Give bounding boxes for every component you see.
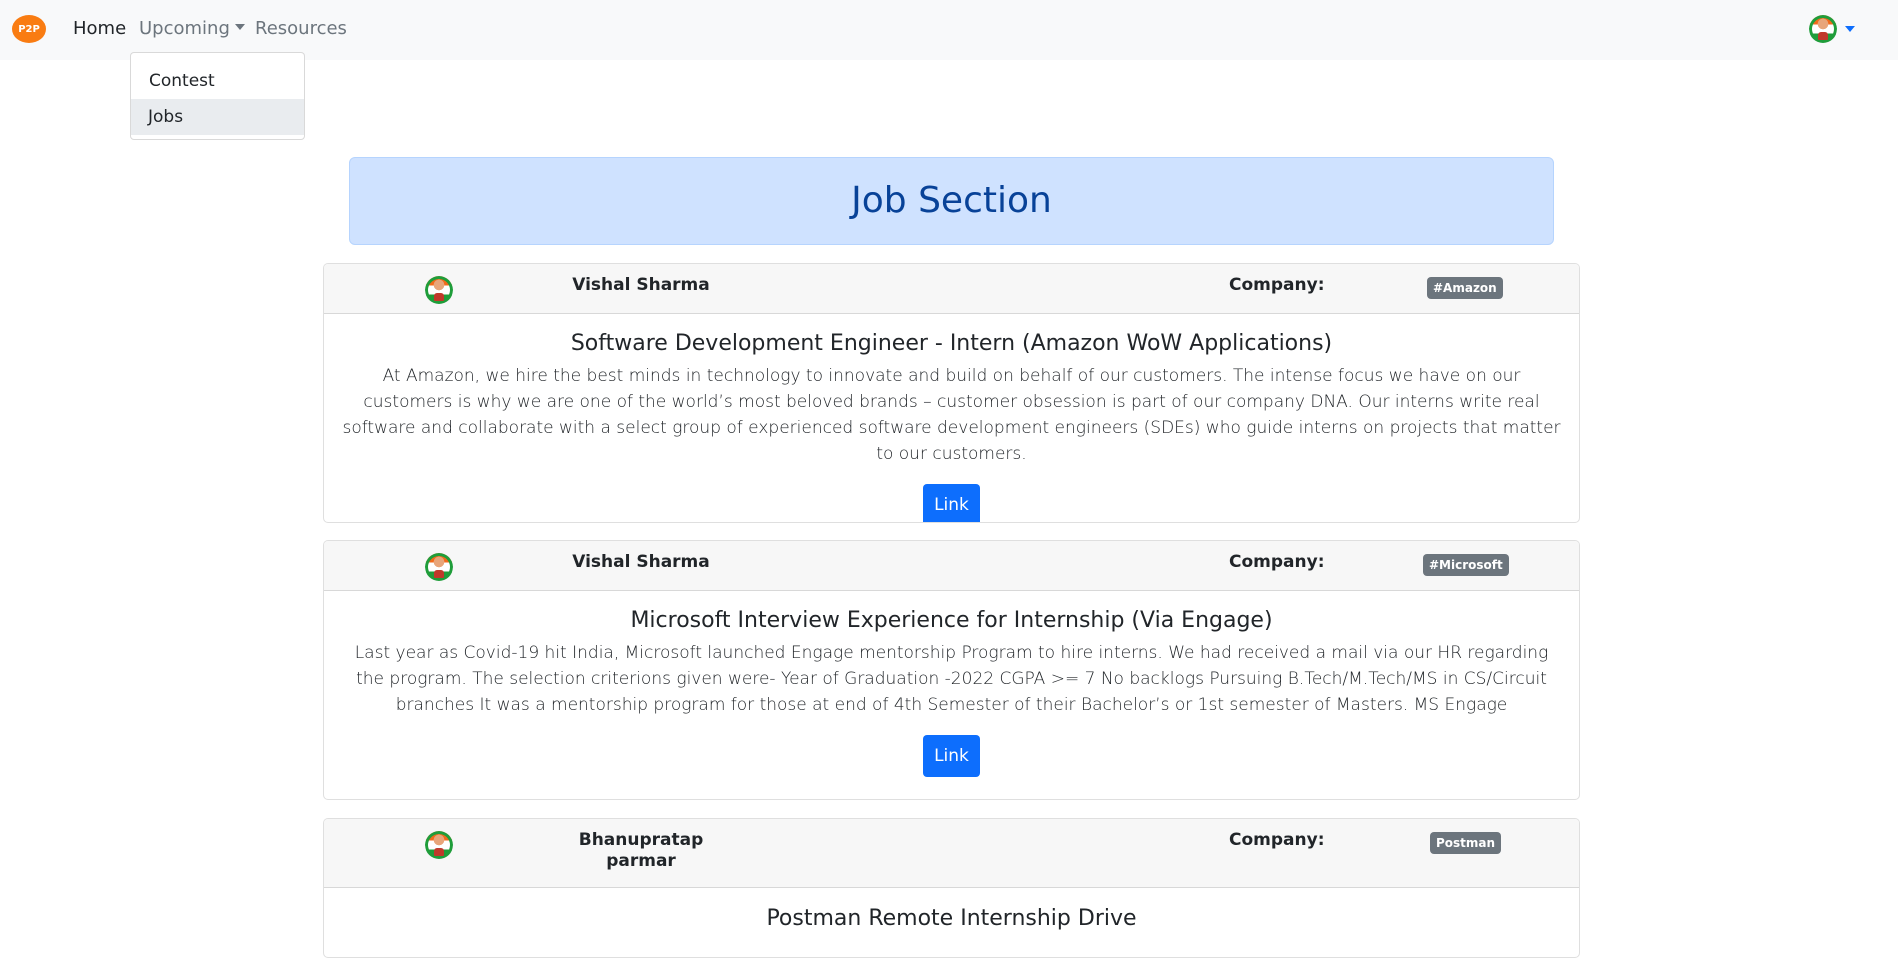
job-card-header: Vishal Sharma Company: #Amazon — [324, 264, 1579, 314]
job-card: Bhanupratap parmar Company: Postman Post… — [323, 818, 1580, 958]
company-label: Company: — [1229, 552, 1325, 572]
company-label: Company: — [1229, 830, 1325, 850]
job-title: Postman Remote Internship Drive — [766, 906, 1137, 931]
company-badge: #Amazon — [1427, 277, 1503, 299]
author-avatar — [425, 553, 453, 581]
job-link-button[interactable]: Link — [923, 484, 980, 522]
user-avatar — [1809, 15, 1837, 43]
profile-menu-toggle[interactable] — [1809, 15, 1855, 43]
nav-upcoming-dropdown[interactable]: Upcoming — [139, 17, 245, 41]
author-name: Bhanupratap parmar — [578, 830, 704, 871]
dropdown-item-jobs[interactable]: Jobs — [131, 99, 304, 135]
job-title: Microsoft Interview Experience for Inter… — [630, 608, 1273, 633]
job-card: Vishal Sharma Company: #Microsoft Micros… — [323, 540, 1580, 800]
author-name: Vishal Sharma — [572, 275, 710, 295]
job-card-body: Postman Remote Internship Drive — [324, 906, 1579, 931]
brand-logo[interactable]: P2P — [12, 15, 46, 43]
company-badge: #Microsoft — [1423, 554, 1509, 576]
page-title: Job Section — [349, 157, 1554, 245]
job-card-body: Software Development Engineer - Intern (… — [324, 331, 1579, 522]
job-card-body: Microsoft Interview Experience for Inter… — [324, 608, 1579, 777]
company-badge: Postman — [1430, 832, 1502, 854]
nav-resources-link[interactable]: Resources — [255, 17, 347, 41]
job-link-button[interactable]: Link — [923, 735, 980, 777]
author-avatar — [425, 831, 453, 859]
chevron-down-icon — [234, 24, 245, 30]
company-label: Company: — [1229, 275, 1325, 295]
chevron-down-icon — [1845, 26, 1855, 32]
job-description: Last year as Covid-19 hit India, Microso… — [354, 643, 1549, 715]
job-card-header: Vishal Sharma Company: #Microsoft — [324, 541, 1579, 591]
dropdown-item-contest[interactable]: Contest — [131, 63, 304, 99]
navbar: P2P Home Upcoming Resources — [0, 0, 1898, 60]
job-description: At Amazon, we hire the best minds in tec… — [342, 366, 1561, 464]
job-card: Vishal Sharma Company: #Amazon Software … — [323, 263, 1580, 523]
job-title: Software Development Engineer - Intern (… — [570, 331, 1333, 356]
author-avatar — [425, 276, 453, 304]
job-card-header: Bhanupratap parmar Company: Postman — [324, 819, 1579, 888]
nav-home-link[interactable]: Home — [73, 17, 126, 41]
upcoming-dropdown-menu: Contest Jobs — [130, 52, 305, 140]
nav-upcoming-label: Upcoming — [139, 18, 230, 39]
author-name: Vishal Sharma — [572, 552, 710, 572]
